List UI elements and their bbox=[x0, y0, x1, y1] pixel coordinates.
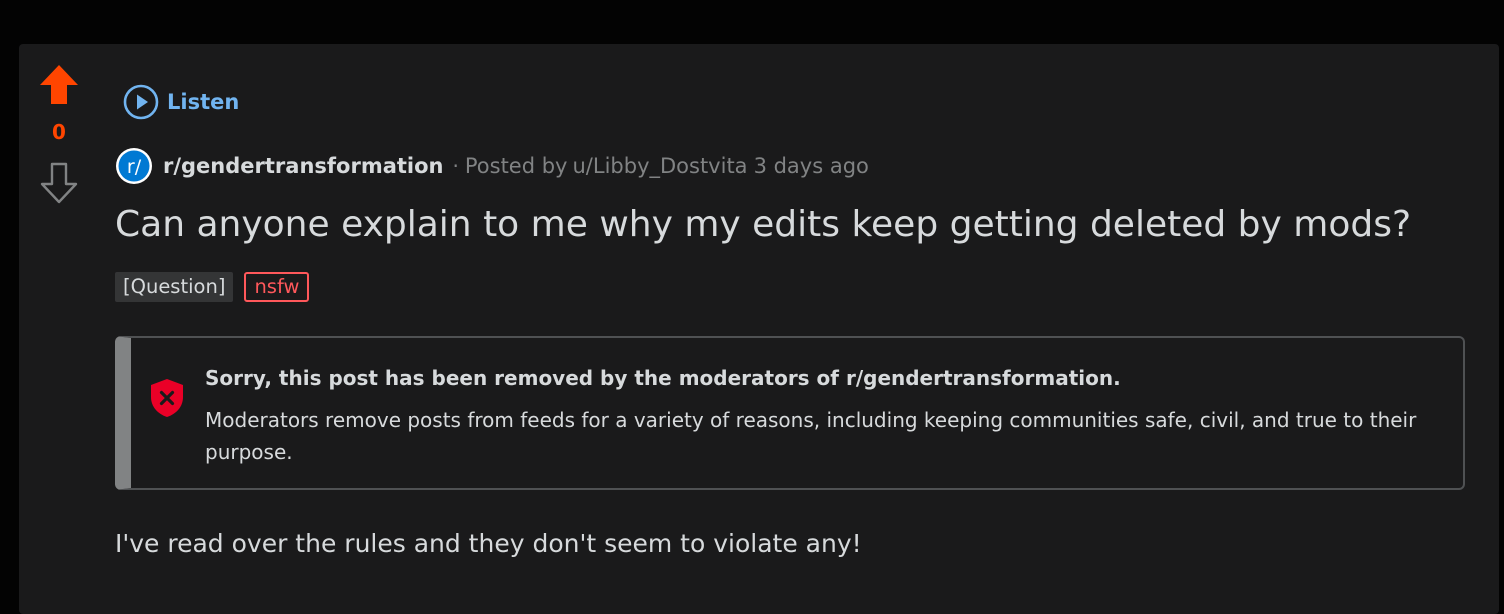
subreddit-avatar[interactable]: r/ bbox=[115, 147, 153, 185]
post-body: I've read over the rules and they don't … bbox=[115, 529, 862, 558]
shield-x-icon bbox=[151, 379, 183, 417]
post-flairs: [Question] nsfw bbox=[115, 272, 310, 302]
listen-button[interactable]: Listen bbox=[123, 82, 239, 122]
removed-body: Moderators remove posts from feeds for a… bbox=[205, 408, 1417, 464]
post-card: 0 Listen r/ r/gendertransformation · Pos… bbox=[19, 44, 1499, 614]
subreddit-name[interactable]: r/gendertransformation bbox=[163, 154, 444, 178]
post-time[interactable]: 3 days ago bbox=[754, 154, 869, 178]
downvote-arrow-icon[interactable] bbox=[39, 162, 79, 204]
posted-by-label: Posted by bbox=[464, 154, 568, 178]
flair-tag[interactable]: [Question] bbox=[115, 272, 234, 302]
vote-score: 0 bbox=[52, 120, 66, 144]
post-title[interactable]: Can anyone explain to me why my edits ke… bbox=[115, 204, 1411, 245]
upvote-arrow-icon[interactable] bbox=[39, 64, 79, 106]
removed-heading: Sorry, this post has been removed by the… bbox=[205, 366, 1121, 390]
meta-separator: · bbox=[452, 154, 459, 178]
nsfw-tag: nsfw bbox=[244, 272, 310, 302]
author-link[interactable]: u/Libby_Dostvita bbox=[572, 154, 747, 178]
removed-notice: Sorry, this post has been removed by the… bbox=[115, 336, 1465, 490]
listen-label: Listen bbox=[167, 90, 240, 114]
play-circle-icon bbox=[123, 84, 159, 120]
post-meta: r/ r/gendertransformation · Posted by u/… bbox=[115, 146, 869, 186]
subreddit-avatar-text: r/ bbox=[127, 156, 142, 178]
